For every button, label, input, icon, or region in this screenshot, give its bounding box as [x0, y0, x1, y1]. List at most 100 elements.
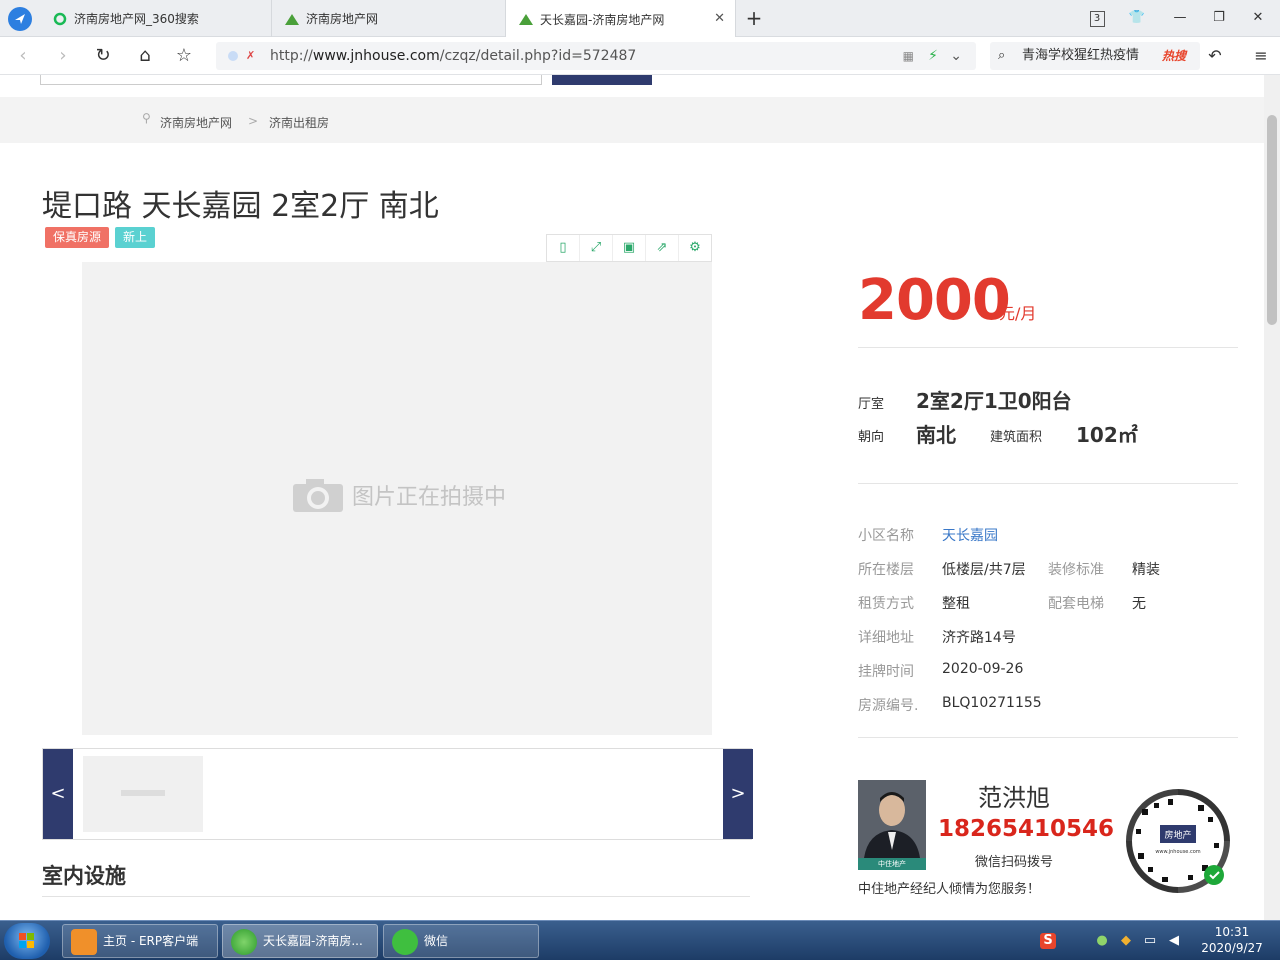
- network-icon[interactable]: ▭: [1142, 933, 1158, 949]
- listing-code-value: BLQ10271155: [942, 695, 1042, 711]
- site-search-button[interactable]: [552, 75, 652, 85]
- floor-value: 低楼层/共7层: [942, 562, 1026, 578]
- divider: [858, 737, 1238, 738]
- browser-logo-icon[interactable]: [8, 7, 32, 31]
- listing-photo[interactable]: 图片正在拍摄中: [82, 262, 712, 735]
- reload-icon[interactable]: ↻: [92, 45, 114, 67]
- qr-icon[interactable]: ▦: [903, 42, 914, 70]
- erp-app-icon: [71, 929, 97, 955]
- clock-time: 10:31: [1214, 925, 1250, 939]
- shirt-icon[interactable]: 👕: [1127, 8, 1147, 28]
- area-value: 102㎡: [1076, 423, 1138, 447]
- tab-active-listing[interactable]: 天长嘉园-济南房地产网 ✕: [506, 0, 736, 38]
- close-window-icon[interactable]: ✕: [1248, 8, 1268, 28]
- taskbar-item-browser[interactable]: 天长嘉园-济南房...: [222, 924, 378, 958]
- camera-icon: [293, 479, 343, 512]
- security-icon: [228, 51, 238, 61]
- placeholder-text: 图片正在拍摄中: [352, 485, 507, 510]
- floor-label: 所在楼层: [858, 562, 914, 578]
- close-tab-icon[interactable]: ✕: [714, 11, 725, 26]
- volume-icon[interactable]: ◀: [1166, 933, 1182, 949]
- divider: [858, 347, 1238, 348]
- url-input[interactable]: ✗ http://www.jnhouse.com/czqz/detail.php…: [216, 42, 976, 70]
- phone-view-icon[interactable]: ▯: [547, 235, 580, 261]
- listing-code-label: 房源编号.: [858, 698, 919, 714]
- breadcrumb-separator: >: [248, 114, 259, 128]
- agent-phone[interactable]: 18265410546: [938, 816, 1114, 842]
- settings-icon[interactable]: ⚙: [679, 235, 711, 261]
- fullscreen-icon[interactable]: ⤢: [580, 235, 613, 261]
- tab-label: 济南房地产网: [306, 12, 379, 26]
- next-photo-button[interactable]: >: [723, 749, 753, 839]
- minimize-icon[interactable]: —: [1170, 8, 1190, 28]
- photo-toolbar: ▯ ⤢ ▣ ⇗ ⚙: [546, 234, 712, 262]
- address-bar: ‹ › ↻ ⌂ ☆ ✗ http://www.jnhouse.com/czqz/…: [0, 37, 1280, 75]
- hot-search-badge[interactable]: 热搜: [1162, 42, 1186, 70]
- prev-photo-button[interactable]: <: [43, 749, 73, 839]
- house-favicon-icon: [518, 11, 534, 27]
- taskbar-label: 微信: [424, 934, 449, 948]
- url-path: /czqz/detail.php?id=572487: [439, 48, 637, 64]
- star-icon[interactable]: ☆: [173, 45, 195, 67]
- sogou-input-icon[interactable]: S: [1040, 933, 1056, 949]
- agent-name: 范洪旭: [978, 784, 1050, 812]
- tray-chat-icon[interactable]: ●: [1094, 933, 1110, 949]
- location-pin-icon: ⚲: [142, 111, 151, 125]
- chevron-down-icon[interactable]: ⌄: [950, 42, 962, 70]
- wechat-app-icon: [392, 929, 418, 955]
- share-icon[interactable]: ⇗: [646, 235, 679, 261]
- forward-icon[interactable]: ›: [52, 45, 74, 67]
- scrollbar-thumb[interactable]: [1267, 115, 1277, 325]
- elevator-value: 无: [1132, 596, 1146, 612]
- tab-label: 天长嘉园-济南房地产网: [540, 12, 665, 27]
- price-unit: 元/月: [999, 304, 1037, 323]
- price-value: 2000: [858, 268, 1011, 333]
- breadcrumb-home[interactable]: 济南房地产网: [160, 114, 232, 131]
- layout-label: 厅室: [858, 397, 885, 412]
- decoration-value: 精装: [1132, 562, 1160, 578]
- back-icon[interactable]: ‹: [12, 45, 34, 67]
- clock-date: 2020/9/27: [1201, 941, 1263, 955]
- address-value: 济齐路14号: [942, 630, 1016, 646]
- system-clock[interactable]: 10:31 2020/9/27: [1196, 924, 1268, 956]
- orientation-label: 朝向: [858, 430, 885, 445]
- search-input[interactable]: ⌕ 青海学校猩红热疫情 热搜: [990, 42, 1200, 70]
- photo-placeholder: 图片正在拍摄中: [292, 477, 506, 513]
- start-button[interactable]: [4, 923, 50, 959]
- taskbar: 主页 - ERP客户端 天长嘉园-济南房... 微信 S ● ◆ ▭ ◀ 10:…: [0, 920, 1280, 960]
- restore-icon[interactable]: ❐: [1209, 8, 1229, 28]
- agent-avatar[interactable]: 中住地产: [858, 780, 926, 870]
- tray-shield-icon[interactable]: ◆: [1118, 933, 1134, 949]
- tab-label: 济南房地产网_360搜索: [74, 12, 199, 26]
- page-title: 堤口路 天长嘉园 2室2厅 南北: [42, 189, 439, 224]
- wechat-qr-code[interactable]: 房地产 www.jnhouse.com: [1118, 783, 1238, 899]
- site-search-input[interactable]: [40, 75, 542, 85]
- elevator-label: 配套电梯: [1048, 596, 1104, 612]
- wechat-scan-hint: 微信扫码拨号: [975, 855, 1054, 870]
- facilities-heading: 室内设施: [42, 864, 126, 888]
- thumbnail[interactable]: [83, 756, 203, 832]
- home-icon[interactable]: ⌂: [134, 45, 156, 67]
- taskbar-item-erp[interactable]: 主页 - ERP客户端: [62, 924, 218, 958]
- url-prefix: http://: [270, 48, 313, 64]
- taskbar-item-wechat[interactable]: 微信: [383, 924, 539, 958]
- tab-search[interactable]: 济南房地产网_360搜索: [40, 0, 272, 37]
- tab-jnhouse[interactable]: 济南房地产网: [272, 0, 506, 37]
- undo-icon[interactable]: ↶: [1204, 45, 1226, 67]
- new-tab-button[interactable]: +: [744, 8, 764, 28]
- no-cert-icon: ✗: [246, 49, 256, 62]
- community-link[interactable]: 天长嘉园: [942, 525, 998, 545]
- breadcrumb: ⚲ 济南房地产网 > 济南出租房: [0, 97, 1264, 143]
- save-icon[interactable]: ▣: [613, 235, 646, 261]
- bolt-icon[interactable]: ⚡: [928, 42, 938, 70]
- taskbar-label: 天长嘉园-济南房...: [263, 934, 363, 948]
- breadcrumb-rentals[interactable]: 济南出租房: [269, 114, 329, 131]
- menu-icon[interactable]: ≡: [1250, 45, 1272, 67]
- verified-tag: 保真房源: [45, 227, 110, 248]
- area-label: 建筑面积: [990, 430, 1043, 445]
- page-scrollbar[interactable]: [1264, 75, 1280, 920]
- tab-count-badge[interactable]: 3: [1087, 8, 1107, 28]
- divider: [858, 483, 1238, 484]
- search-text: 青海学校猩红热疫情: [1022, 48, 1140, 63]
- listed-date-value: 2020-09-26: [942, 661, 1024, 677]
